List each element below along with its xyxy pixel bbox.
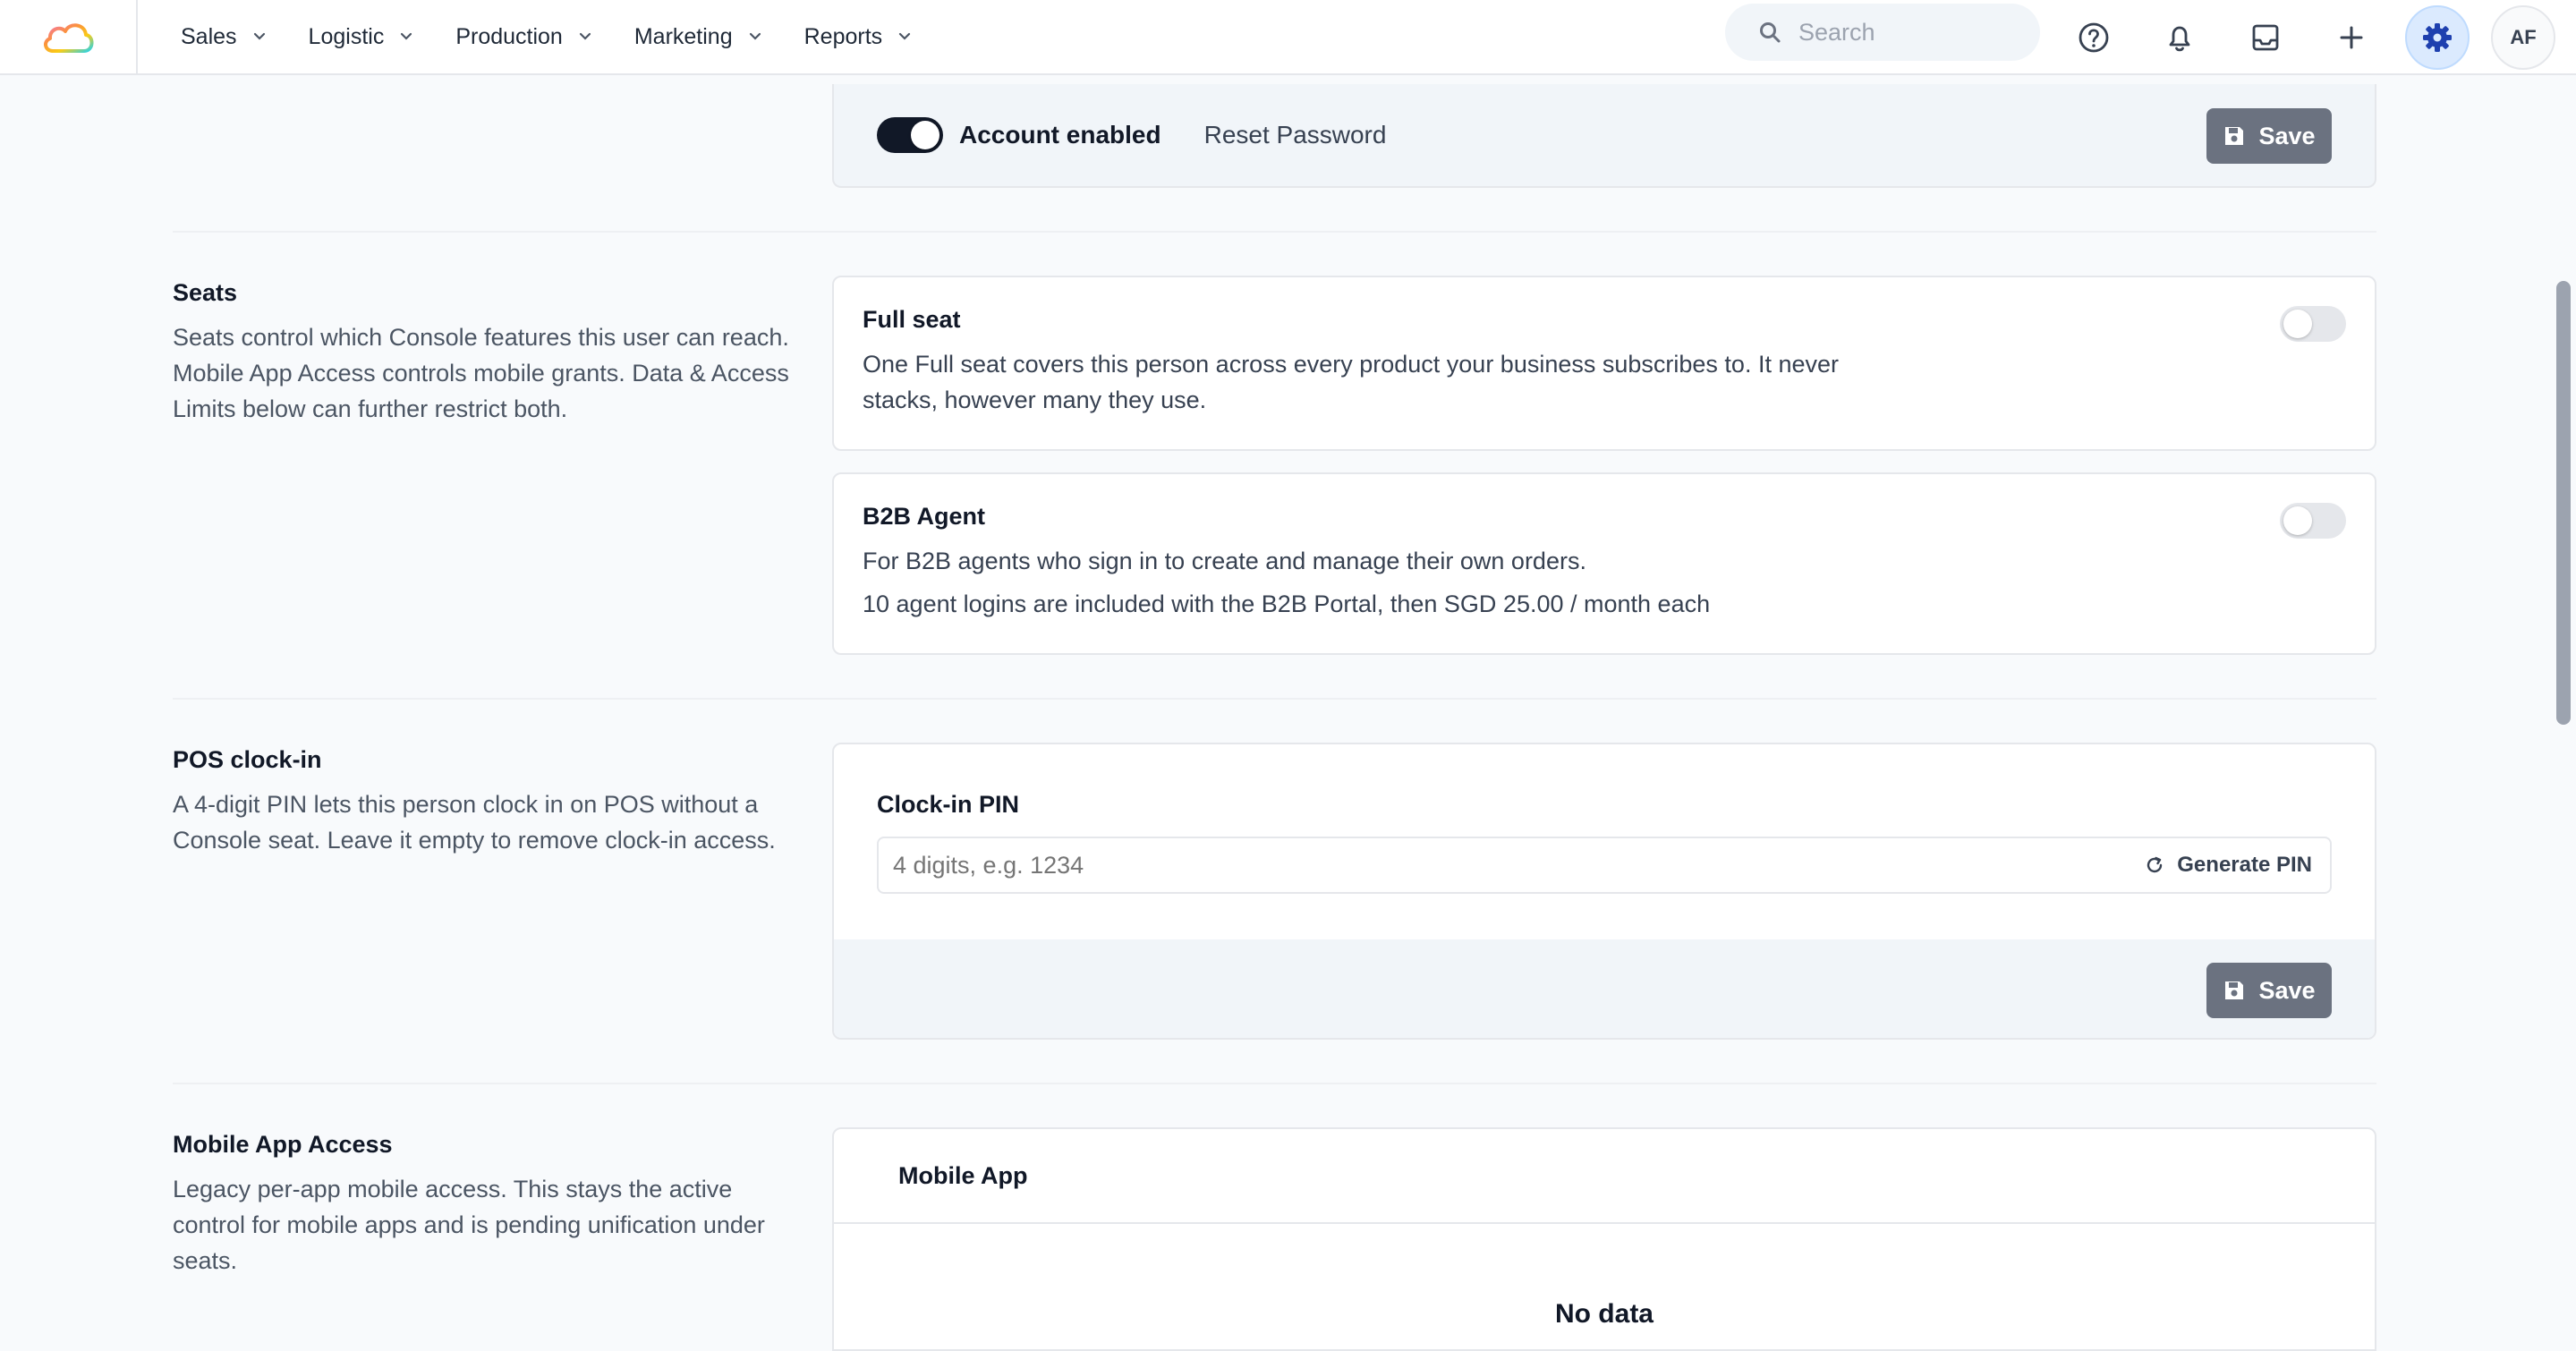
b2b-agent-pricing: 10 agent logins are included with the B2…: [863, 591, 1711, 617]
b2b-agent-card: B2B Agent For B2B agents who sign in to …: [832, 472, 2376, 655]
table-header-mobile-app: Mobile App: [898, 1161, 1028, 1189]
full-seat-description: One Full seat covers this person across …: [863, 351, 1839, 413]
mobile-description: Legacy per-app mobile access. This stays…: [173, 1176, 765, 1274]
nav-marketing-label: Marketing: [633, 23, 733, 49]
toggle-knob: [2283, 310, 2312, 338]
cloud-logo-icon: [44, 23, 94, 53]
b2b-agent-description: For B2B agents who sign in to create and…: [863, 548, 1586, 574]
seats-title: Seats: [173, 279, 238, 306]
pos-card-footer: Save: [834, 939, 2375, 1038]
section-divider: [173, 1083, 2376, 1084]
refresh-icon: [2147, 856, 2163, 873]
chevron-down-icon: [253, 32, 265, 40]
reset-password-link[interactable]: Reset Password: [1204, 121, 1387, 149]
mobile-section-info: Mobile App Access Legacy per-app mobile …: [173, 1131, 799, 1279]
account-save-button[interactable]: Save: [2206, 108, 2332, 164]
app-logo[interactable]: [0, 0, 138, 74]
nav-logistic-label: Logistic: [308, 23, 385, 49]
chevron-down-icon: [899, 32, 911, 40]
floppy-disk-icon: [2225, 981, 2244, 999]
nav-sales[interactable]: Sales: [181, 24, 268, 50]
mobile-title: Mobile App Access: [173, 1131, 393, 1158]
save-label: Save: [2258, 122, 2316, 149]
user-avatar[interactable]: AF: [2491, 5, 2555, 70]
plus-icon: [2340, 26, 2363, 49]
inbox-icon: [2252, 24, 2279, 51]
full-seat-toggle[interactable]: [2280, 306, 2346, 342]
account-enabled-label: Account enabled: [959, 121, 1161, 149]
search-placeholder: Search: [1798, 18, 1875, 46]
clockin-pin-input[interactable]: [879, 838, 2113, 892]
clockin-pin-field: Generate PIN: [877, 837, 2332, 894]
avatar-initials: AF: [2510, 26, 2537, 48]
help-button[interactable]: [2062, 5, 2126, 70]
section-divider: [173, 698, 2376, 700]
seats-section-info: Seats Seats control which Console featur…: [173, 279, 799, 427]
mobile-app-table: Mobile App No data: [832, 1127, 2376, 1351]
chevron-down-icon: [579, 32, 591, 40]
nav-reports-label: Reports: [803, 23, 883, 49]
nav-production[interactable]: Production: [455, 24, 593, 50]
pos-clockin-body: Clock-in PIN Generate PIN: [834, 744, 2375, 939]
b2b-agent-toggle[interactable]: [2280, 503, 2346, 539]
main-nav: Sales Logistic Production Marketing Repo…: [181, 24, 954, 50]
pos-save-button[interactable]: Save: [2206, 963, 2332, 1018]
global-search[interactable]: Search: [1725, 4, 2040, 61]
bell-icon: [2169, 26, 2190, 52]
seats-description: Seats control which Console features thi…: [173, 324, 789, 422]
b2b-agent-title: B2B Agent: [863, 503, 986, 530]
clockin-pin-label: Clock-in PIN: [877, 791, 1020, 818]
account-enabled-toggle[interactable]: [877, 117, 943, 153]
pos-clockin-card: Clock-in PIN Generate PIN Save: [832, 743, 2376, 1040]
chevron-down-icon: [401, 32, 412, 40]
inbox-button[interactable]: [2233, 5, 2298, 70]
full-seat-card: Full seat One Full seat covers this pers…: [832, 276, 2376, 451]
generate-pin-label: Generate PIN: [2177, 853, 2312, 877]
empty-state-text: No data: [1554, 1299, 1654, 1329]
pos-description: A 4-digit PIN lets this person clock in …: [173, 791, 776, 854]
nav-logistic[interactable]: Logistic: [309, 24, 415, 50]
top-navigation-bar: Sales Logistic Production Marketing Repo…: [0, 0, 2576, 75]
section-divider: [173, 231, 2376, 233]
nav-reports[interactable]: Reports: [804, 24, 914, 50]
pos-section-info: POS clock-in A 4-digit PIN lets this per…: [173, 746, 799, 858]
nav-marketing[interactable]: Marketing: [634, 24, 763, 50]
toggle-knob: [911, 121, 939, 149]
chevron-down-icon: [749, 32, 761, 40]
help-icon: [2079, 22, 2109, 53]
pos-title: POS clock-in: [173, 746, 322, 773]
search-icon: [1760, 22, 1781, 43]
full-seat-title: Full seat: [863, 306, 961, 333]
create-new-button[interactable]: [2319, 5, 2384, 70]
settings-button[interactable]: [2405, 5, 2470, 70]
floppy-disk-icon: [2225, 127, 2244, 145]
gear-icon: [2423, 23, 2452, 52]
table-header-row: Mobile App: [834, 1129, 2375, 1224]
account-status-card: Account enabled Reset Password Save: [832, 84, 2376, 188]
generate-pin-button[interactable]: Generate PIN: [2145, 838, 2312, 892]
nav-sales-label: Sales: [181, 23, 237, 49]
nav-production-label: Production: [455, 23, 563, 49]
save-label: Save: [2258, 976, 2316, 1004]
page-scrollbar-thumb[interactable]: [2556, 281, 2571, 725]
toggle-knob: [2283, 506, 2312, 535]
notifications-button[interactable]: [2147, 5, 2212, 70]
